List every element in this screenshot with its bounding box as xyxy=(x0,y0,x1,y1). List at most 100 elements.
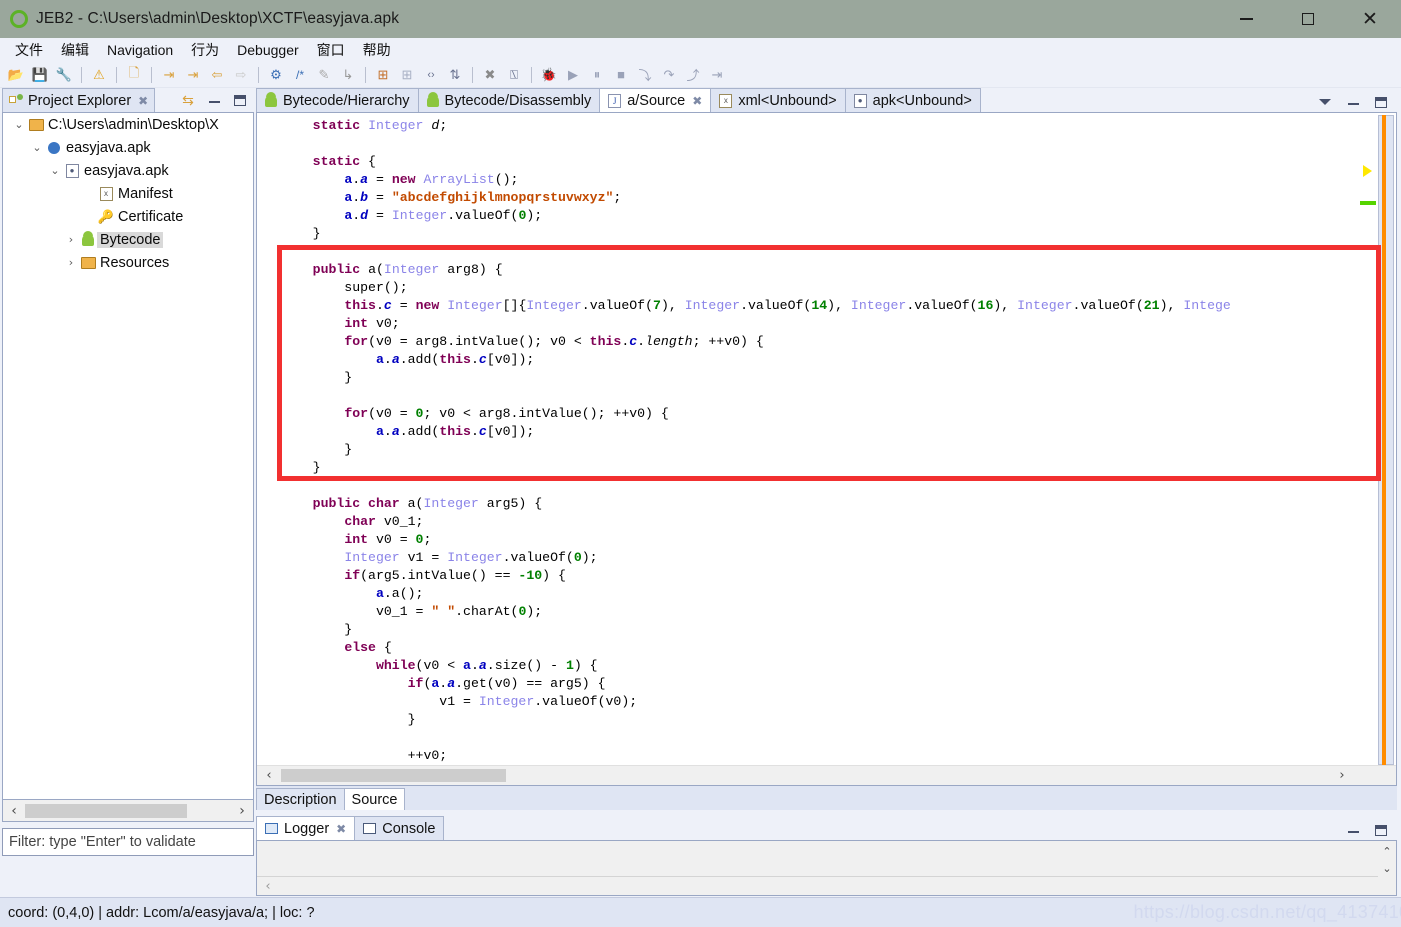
editor-marker-bar[interactable] xyxy=(1358,115,1374,765)
tree-item-label: easyjava.apk xyxy=(84,162,169,179)
grid-icon[interactable]: ⊞ xyxy=(397,65,417,85)
hscroll-thumb[interactable] xyxy=(281,769,506,782)
branch-icon[interactable]: ⍂ xyxy=(504,65,524,85)
tab-source[interactable]: Source xyxy=(343,788,406,810)
tree-item-workspace[interactable]: ⌄ C:\Users\admin\Desktop\X xyxy=(3,113,253,136)
graph-icon[interactable]: ‹› xyxy=(421,65,441,85)
menu-item-window[interactable]: 窗口 xyxy=(308,38,354,62)
maximize-editor-icon[interactable] xyxy=(1373,94,1389,110)
code-line: public char a(Integer arg5) { xyxy=(312,496,543,511)
scroll-up-icon[interactable]: ⌃ xyxy=(1382,845,1391,858)
project-tree[interactable]: ⌄ C:\Users\admin\Desktop\X ⌄ easyjava.ap… xyxy=(2,112,254,800)
minimize-panel-icon[interactable] xyxy=(206,92,222,108)
scroll-left-icon[interactable]: ‹ xyxy=(257,768,281,783)
tree-item-label: C:\Users\admin\Desktop\X xyxy=(48,116,219,133)
collapse-all-icon[interactable]: ⇆ xyxy=(180,92,196,108)
scroll-left-icon[interactable]: ‹ xyxy=(3,803,25,819)
export-icon[interactable]: ↳ xyxy=(338,65,358,85)
menu-item-debugger[interactable]: Debugger xyxy=(228,40,308,60)
tree-item-certificate[interactable]: 🔑 Certificate xyxy=(3,205,253,228)
close-icon[interactable]: ✖ xyxy=(692,94,702,108)
tab-bytecode-hierarchy[interactable]: Bytecode/Hierarchy xyxy=(256,88,419,112)
wrench-icon[interactable]: 🔧 xyxy=(54,65,74,85)
maximize-logger-icon[interactable] xyxy=(1373,822,1389,838)
step-into-icon[interactable]: ⤵ xyxy=(635,65,655,85)
tab-console[interactable]: Console xyxy=(354,816,445,840)
sort-icon[interactable]: ⇅ xyxy=(445,65,465,85)
hscroll-thumb[interactable] xyxy=(25,803,187,818)
editor-vscrollbar-track[interactable] xyxy=(1378,115,1394,765)
tab-bytecode-disassembly[interactable]: Bytecode/Disassembly xyxy=(417,88,601,112)
minimize-logger-icon[interactable] xyxy=(1345,822,1361,838)
chevron-down-icon[interactable] xyxy=(1317,94,1333,110)
tree-item-bytecode[interactable]: › Bytecode xyxy=(3,228,253,251)
chevron-down-icon[interactable]: ⌄ xyxy=(11,118,27,131)
tree-item-apk[interactable]: ⌄ ● easyjava.apk xyxy=(3,159,253,182)
scroll-right-icon[interactable]: › xyxy=(1330,768,1354,783)
back-arrow-icon[interactable]: ⇦ xyxy=(207,65,227,85)
chevron-down-icon[interactable]: ⌄ xyxy=(29,141,45,154)
step-over-icon[interactable]: ↷ xyxy=(659,65,679,85)
menu-item-action[interactable]: 行为 xyxy=(182,38,228,62)
chevron-down-icon[interactable]: ⌄ xyxy=(47,164,63,177)
editor-vscrollbar-thumb[interactable] xyxy=(1382,115,1386,765)
step-return-icon[interactable]: ⤴ xyxy=(683,65,703,85)
change-marker-icon[interactable] xyxy=(1360,201,1376,205)
comment-icon[interactable]: /* xyxy=(290,65,310,85)
minimize-button[interactable] xyxy=(1215,0,1277,38)
source-code-text[interactable]: static Integer d; static { a.a = new Arr… xyxy=(281,117,1354,765)
tab-a-source[interactable]: J a/Source ✖ xyxy=(599,88,712,112)
menu-bar: 文件 编辑 Navigation 行为 Debugger 窗口 帮助 xyxy=(0,38,1401,62)
maximize-panel-icon[interactable] xyxy=(232,92,248,108)
grid-active-icon[interactable]: ⊞ xyxy=(373,65,393,85)
close-button[interactable]: ✕ xyxy=(1339,0,1401,38)
logger-body[interactable]: ⌃ ⌄ ‹ xyxy=(256,840,1397,896)
debug-icon[interactable]: 🐞 xyxy=(539,65,559,85)
logger-hscrollbar[interactable]: ‹ xyxy=(257,877,1378,895)
tree-item-project[interactable]: ⌄ easyjava.apk xyxy=(3,136,253,159)
title-bar: JEB2 - C:\Users\admin\Desktop\XCTF\easyj… xyxy=(0,0,1401,38)
scroll-right-icon[interactable]: › xyxy=(231,803,253,819)
tree-item-resources[interactable]: › Resources xyxy=(3,251,253,274)
editor-hscrollbar[interactable]: ‹ › xyxy=(257,765,1396,785)
tab-project-explorer[interactable]: Project Explorer ✖ xyxy=(2,88,156,112)
forward-arrow-icon[interactable]: ⇨ xyxy=(231,65,251,85)
bookmark-marker-icon[interactable] xyxy=(1363,165,1372,177)
terminate-icon[interactable]: ■ xyxy=(611,65,631,85)
run-icon[interactable]: ▶ xyxy=(563,65,583,85)
warning-icon[interactable]: ⚠ xyxy=(89,65,109,85)
chevron-right-icon[interactable]: › xyxy=(63,233,79,246)
minimize-editor-icon[interactable] xyxy=(1345,94,1361,110)
tab-logger[interactable]: Logger ✖ xyxy=(256,816,356,840)
gears-icon[interactable]: ⚙ xyxy=(266,65,286,85)
pause-icon[interactable]: ⏸ xyxy=(587,65,607,85)
rename-icon[interactable]: ✎ xyxy=(314,65,334,85)
project-tree-hscrollbar[interactable]: ‹ › xyxy=(2,800,254,822)
run-to-line-icon[interactable]: ⇥ xyxy=(707,65,727,85)
tab-description[interactable]: Description xyxy=(256,788,345,810)
close-icon[interactable]: ✖ xyxy=(138,94,148,108)
source-editor[interactable]: static Integer d; static { a.a = new Arr… xyxy=(256,112,1397,786)
open-folder-icon[interactable]: 📂 xyxy=(6,65,26,85)
menu-item-help[interactable]: 帮助 xyxy=(354,38,400,62)
menu-item-file[interactable]: 文件 xyxy=(6,38,52,62)
new-document-icon[interactable]: 🗋 xyxy=(124,65,144,85)
editor-gutter[interactable] xyxy=(257,113,280,785)
filter-input[interactable]: Filter: type "Enter" to validate xyxy=(2,828,254,856)
menu-item-edit[interactable]: 编辑 xyxy=(52,38,98,62)
save-icon[interactable]: 💾 xyxy=(30,65,50,85)
maximize-button[interactable] xyxy=(1277,0,1339,38)
insert-icon[interactable]: ⇥ xyxy=(183,65,203,85)
close-icon[interactable]: ✖ xyxy=(336,822,346,836)
logger-vscrollbar[interactable]: ⌃ ⌄ xyxy=(1378,841,1396,895)
goto-icon[interactable]: ⇥ xyxy=(159,65,179,85)
scroll-left-icon[interactable]: ‹ xyxy=(257,879,279,894)
scroll-down-icon[interactable]: ⌄ xyxy=(1382,862,1391,875)
chevron-right-icon[interactable]: › xyxy=(63,256,79,269)
stop-icon[interactable]: ✖ xyxy=(480,65,500,85)
code-line: static Integer d; xyxy=(312,118,448,133)
tab-apk-unbound[interactable]: ● apk<Unbound> xyxy=(844,88,981,112)
menu-item-navigation[interactable]: Navigation xyxy=(98,40,182,60)
tab-xml-unbound[interactable]: x xml<Unbound> xyxy=(710,88,846,112)
tree-item-manifest[interactable]: x Manifest xyxy=(3,182,253,205)
